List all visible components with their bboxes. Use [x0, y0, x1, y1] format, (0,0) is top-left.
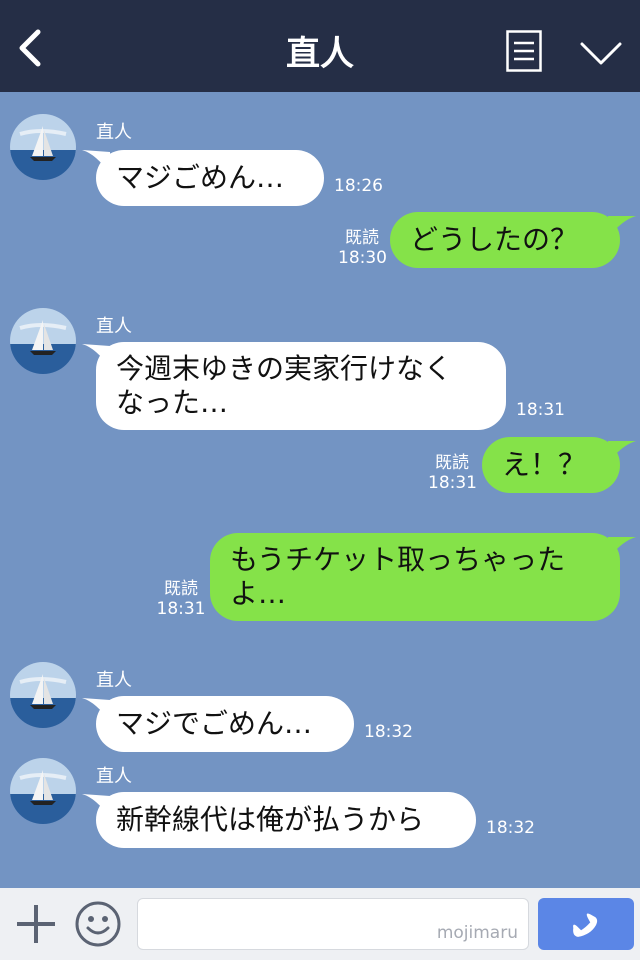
outgoing-message-bubble[interactable]: え！？	[482, 437, 620, 493]
avatar[interactable]	[10, 114, 76, 180]
menu-icon[interactable]	[506, 30, 542, 72]
incoming-message-bubble[interactable]: 新幹線代は俺が払うから	[96, 792, 476, 848]
avatar[interactable]	[10, 308, 76, 374]
avatar[interactable]	[10, 662, 76, 728]
message-time: 18:26	[334, 176, 383, 196]
smiley-icon[interactable]	[74, 900, 122, 948]
avatar[interactable]	[10, 758, 76, 824]
sailboat-avatar-image	[10, 758, 76, 824]
message-time: 18:32	[486, 818, 535, 838]
incoming-message-bubble[interactable]: マジごめん…	[96, 150, 324, 206]
sailboat-avatar-image	[10, 114, 76, 180]
bubble-tail	[608, 537, 636, 559]
sender-name: 直人	[96, 122, 132, 143]
sender-name: 直人	[96, 670, 132, 691]
outgoing-message-bubble[interactable]: どうしたの？	[390, 212, 620, 268]
message-time: 18:30	[338, 248, 387, 268]
call-button[interactable]	[538, 898, 634, 950]
message-time: 18:31	[156, 599, 206, 619]
sender-name: 直人	[96, 316, 132, 337]
input-bar: mojimaru	[0, 888, 640, 960]
chevron-down-icon[interactable]	[580, 40, 622, 68]
message-time: 18:31	[428, 473, 477, 493]
bubble-tail	[608, 216, 636, 238]
chat-area: 直人 マジごめん… 18:26 既読 18:30 どうしたの？ 直人 今週末ゆき…	[0, 92, 640, 888]
incoming-message-bubble[interactable]: マジでごめん…	[96, 696, 354, 752]
read-receipt: 既読	[164, 579, 198, 599]
message-time: 18:31	[516, 400, 565, 420]
read-receipt: 既読	[435, 453, 469, 473]
sailboat-avatar-image	[10, 308, 76, 374]
phone-icon	[573, 913, 598, 937]
watermark: mojimaru	[436, 923, 518, 943]
chat-header: 直人	[0, 0, 640, 92]
message-input[interactable]: mojimaru	[137, 898, 529, 950]
plus-icon[interactable]	[14, 902, 58, 946]
sender-name: 直人	[96, 766, 132, 787]
sailboat-avatar-image	[10, 662, 76, 728]
chat-title: 直人	[286, 34, 354, 74]
incoming-message-bubble[interactable]: 今週末ゆきの実家行けなく なった…	[96, 342, 506, 430]
bubble-tail	[608, 441, 636, 463]
read-receipt: 既読	[345, 228, 379, 248]
message-time: 18:32	[364, 722, 413, 742]
outgoing-message-bubble[interactable]: もうチケット取っちゃった よ…	[210, 533, 620, 621]
